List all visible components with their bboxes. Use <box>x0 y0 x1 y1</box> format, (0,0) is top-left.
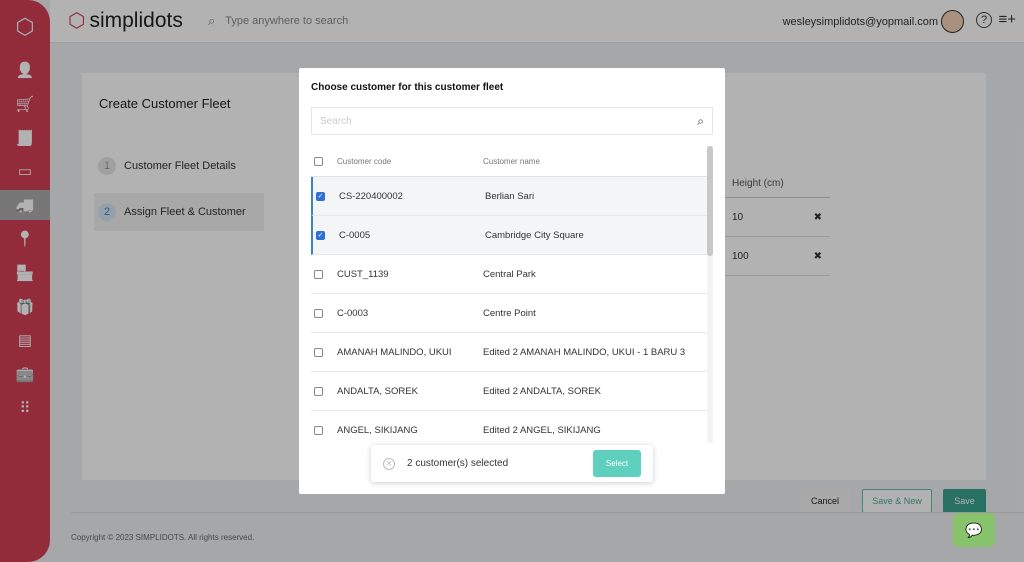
customer-name: Berlian Sari <box>485 190 535 202</box>
column-customer-name: Customer name <box>483 156 540 166</box>
scrollbar-thumb[interactable] <box>707 146 713 256</box>
row-checkbox[interactable] <box>314 269 323 279</box>
customer-search-input[interactable] <box>320 115 660 127</box>
customer-code: AMANAH MALINDO, UKUI <box>337 346 452 358</box>
table-row[interactable]: ✓ C-0005 Cambridge City Square <box>311 216 708 255</box>
customer-code: CUST_1139 <box>337 268 389 280</box>
choose-customer-modal: Choose customer for this customer fleet … <box>299 68 725 494</box>
table-row[interactable]: CUST_1139 Central Park <box>311 255 708 294</box>
customer-code: CS-220400002 <box>339 190 403 202</box>
customer-name: Cambridge City Square <box>485 229 584 241</box>
select-all-checkbox[interactable] <box>314 156 323 166</box>
modal-title: Choose customer for this customer fleet <box>311 82 504 93</box>
customer-name: Central Park <box>483 268 536 280</box>
clear-selection-icon[interactable]: ✕ <box>383 457 395 470</box>
selection-count: 2 customer(s) selected <box>407 458 509 469</box>
column-customer-code: Customer code <box>337 156 392 166</box>
row-checkbox[interactable] <box>314 386 323 396</box>
customer-code: C-0003 <box>337 307 369 319</box>
search-icon[interactable]: ⌕ <box>697 114 704 129</box>
row-checkbox[interactable]: ✓ <box>316 191 325 201</box>
row-checkbox[interactable] <box>314 425 323 435</box>
customer-search: ⌕ <box>311 107 713 135</box>
table-row[interactable]: AMANAH MALINDO, UKUI Edited 2 AMANAH MALI… <box>311 333 708 372</box>
table-row[interactable]: ✓ CS-220400002 Berlian Sari <box>311 177 708 216</box>
row-checkbox[interactable] <box>314 347 323 357</box>
customer-name: Edited 2 ANGEL, SIKIJANG <box>483 424 601 436</box>
row-checkbox[interactable] <box>314 308 323 318</box>
chat-button[interactable]: 💬 <box>953 513 995 547</box>
customer-code: C-0005 <box>339 229 371 241</box>
customer-table: Customer code Customer name ✓ CS-22040000… <box>311 146 708 443</box>
select-button[interactable]: Select <box>593 450 641 477</box>
row-checkbox[interactable]: ✓ <box>316 230 325 240</box>
table-row[interactable]: ANDALTA, SOREK Edited 2 ANDALTA, SOREK <box>311 372 708 411</box>
chat-icon: 💬 <box>965 521 983 538</box>
customer-code: ANDALTA, SOREK <box>337 385 418 397</box>
table-header: Customer code Customer name <box>311 146 708 177</box>
customer-name: Edited 2 AMANAH MALINDO, UKUI - 1 BARU 3 <box>483 346 686 358</box>
customer-code: ANGEL, SIKIJANG <box>337 424 418 436</box>
scrollbar[interactable] <box>707 146 713 443</box>
selection-bar: ✕ 2 customer(s) selected Select <box>371 445 653 482</box>
customer-name: Centre Point <box>483 307 536 319</box>
table-row[interactable]: C-0003 Centre Point <box>311 294 708 333</box>
customer-name: Edited 2 ANDALTA, SOREK <box>483 385 601 397</box>
table-row[interactable]: ANGEL, SIKIJANG Edited 2 ANGEL, SIKIJANG <box>311 411 708 443</box>
